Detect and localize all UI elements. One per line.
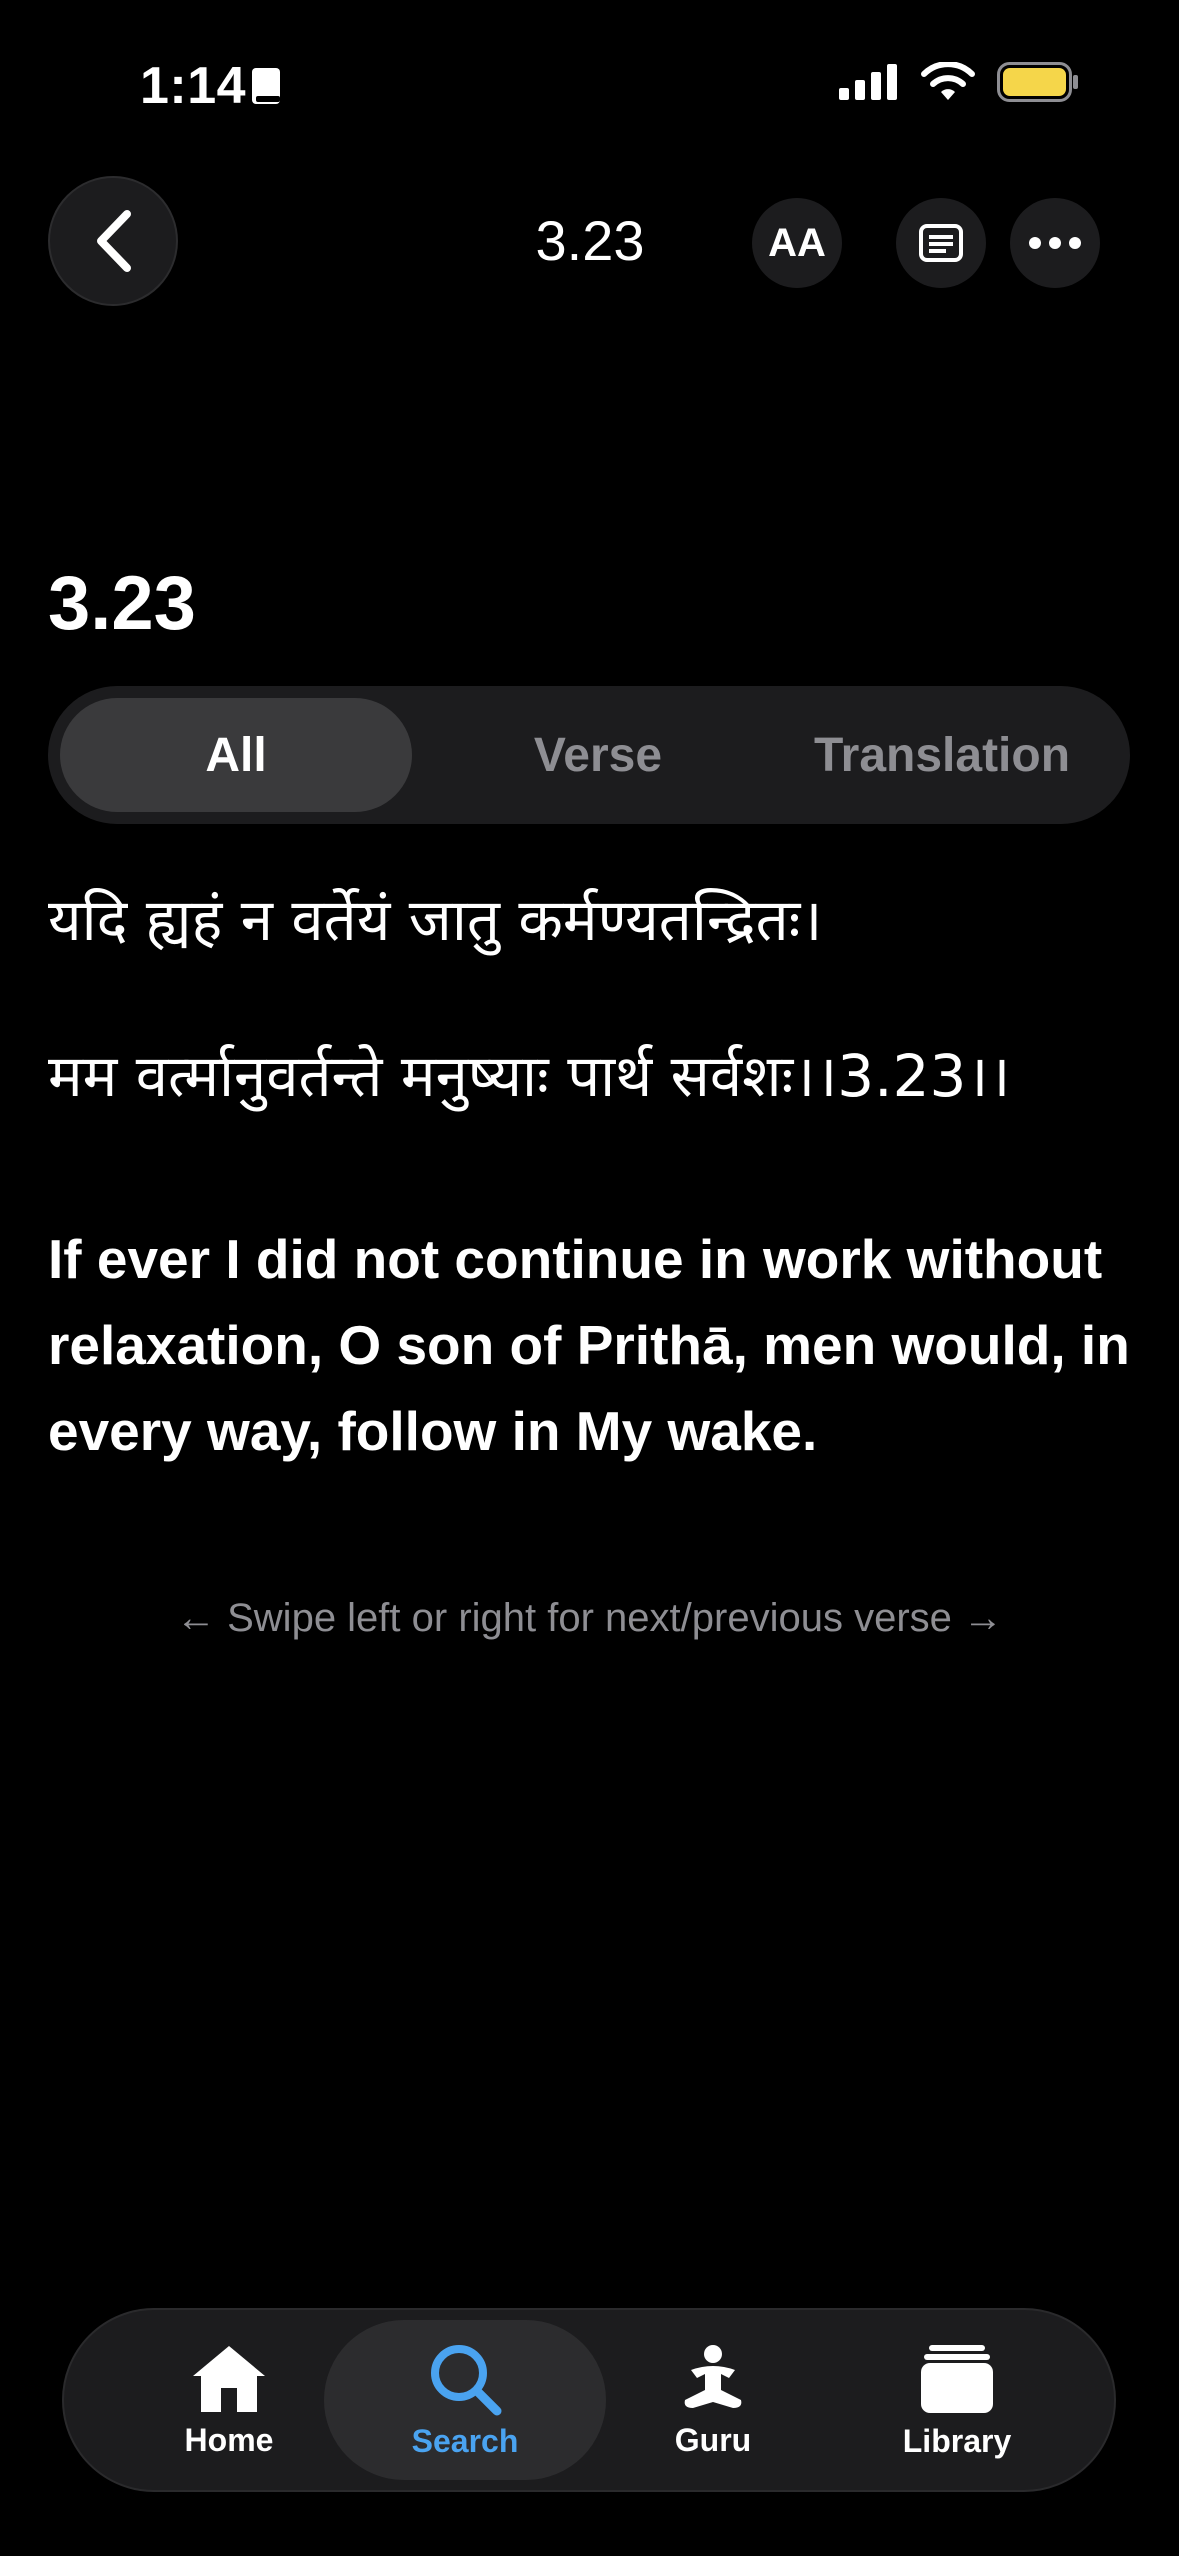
font-size-label: AA xyxy=(768,220,826,265)
tab-library[interactable]: Library xyxy=(816,2320,1098,2480)
guru-icon xyxy=(684,2344,742,2408)
back-button[interactable] xyxy=(48,176,178,306)
segment-all[interactable]: All xyxy=(60,698,412,812)
tab-guru[interactable]: Guru xyxy=(572,2320,854,2480)
tab-home-label: Home xyxy=(184,2421,274,2458)
wifi-icon xyxy=(921,62,975,100)
status-time: 1:14 xyxy=(140,57,247,115)
verse-heading: 3.23 xyxy=(48,561,196,646)
tab-search[interactable]: Search xyxy=(324,2320,606,2480)
notes-button[interactable] xyxy=(896,198,986,288)
chevron-left-icon xyxy=(97,210,131,272)
translation-text: If ever I did not continue in work witho… xyxy=(48,1228,1130,1462)
search-icon xyxy=(431,2344,502,2415)
signal-icon xyxy=(839,64,897,100)
battery-icon xyxy=(997,62,1078,102)
tab-bar: Home Search Guru Library xyxy=(62,2308,1116,2492)
library-icon xyxy=(921,2344,993,2413)
segment-translation[interactable]: Translation xyxy=(766,698,1118,812)
tab-search-label: Search xyxy=(411,2422,519,2459)
swipe-hint: ← Swipe left or right for next/previous … xyxy=(176,1596,1003,1640)
font-size-button[interactable]: AA xyxy=(752,198,842,288)
view-mode-segmented-control: All Verse Translation xyxy=(48,686,1130,824)
verse-line-1: यदि ह्यहं न वर्तेयं जातु कर्मण्यतन्द्रित… xyxy=(48,886,823,954)
tab-guru-label: Guru xyxy=(674,2421,752,2458)
more-options-button[interactable] xyxy=(1010,198,1100,288)
home-icon xyxy=(193,2345,265,2412)
status-indicators xyxy=(839,62,1079,102)
notes-icon xyxy=(919,224,963,262)
segment-verse[interactable]: Verse xyxy=(422,698,774,812)
ellipsis-icon xyxy=(1029,237,1081,249)
verse-line-2: मम वर्त्मानुवर्तन्ते मनुष्याः पार्थ सर्व… xyxy=(48,1042,1011,1110)
book-status-icon xyxy=(252,68,280,104)
tab-library-label: Library xyxy=(902,2422,1012,2459)
nav-title: 3.23 xyxy=(535,209,645,272)
